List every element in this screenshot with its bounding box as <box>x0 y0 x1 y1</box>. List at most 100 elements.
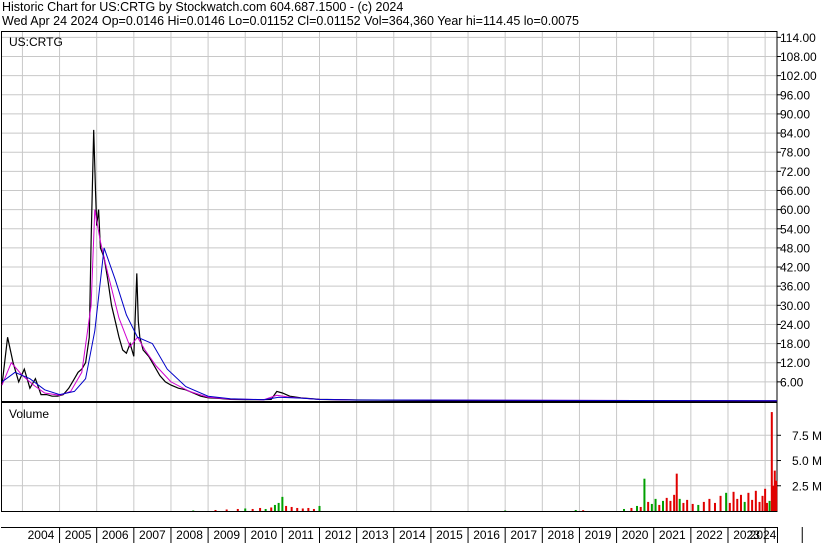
year-label: 2007 <box>139 528 166 542</box>
grid-lines <box>2 31 777 511</box>
axis-labels: 114.00 108.00 102.00 96.00 90.00 84.00 78.00 72… <box>9 31 822 543</box>
volume-bar <box>630 507 633 511</box>
volume-bar <box>270 507 273 511</box>
volume-bars <box>192 412 778 511</box>
price-series-line-0 <box>1 129 778 402</box>
volume-bar <box>504 510 507 511</box>
price-tick-label: 96.00 <box>780 88 810 102</box>
volume-bar <box>702 501 705 511</box>
price-tick-label: 114.00 <box>780 31 816 45</box>
year-label: 2016 <box>473 528 500 542</box>
volume-bar <box>277 502 280 511</box>
volume-bar <box>225 509 228 511</box>
price-tick-label: 102.00 <box>780 69 817 83</box>
volume-bar <box>639 506 642 511</box>
volume-bar <box>643 478 646 511</box>
year-label: 2014 <box>399 528 426 542</box>
year-label: 2009 <box>213 528 240 542</box>
year-label: 2004 <box>28 528 55 542</box>
volume-bar <box>318 505 321 511</box>
year-label: 2018 <box>548 528 575 542</box>
volume-bar <box>582 510 585 511</box>
price-tick-label: 12.00 <box>780 356 810 370</box>
volume-bar <box>732 491 735 511</box>
volume-bar <box>236 508 239 511</box>
volume-bar <box>673 494 676 511</box>
volume-bar <box>697 504 700 511</box>
volume-bar <box>251 508 254 511</box>
volume-bar <box>296 507 299 511</box>
year-label: 2010 <box>250 528 277 542</box>
volume-bar <box>678 498 681 511</box>
volume-bar <box>661 500 664 511</box>
price-tick-label: 78.00 <box>780 146 810 160</box>
volume-bar <box>192 510 195 511</box>
volume-bar <box>669 500 672 511</box>
volume-bar <box>686 499 689 511</box>
year-label: 2021 <box>659 528 686 542</box>
price-tick-label: 108.00 <box>780 50 817 64</box>
volume-bar <box>764 488 767 511</box>
volume-bar <box>650 503 653 511</box>
year-label: 2019 <box>585 528 612 542</box>
year-label: 2017 <box>510 528 537 542</box>
price-panel-title: US:CRTG <box>9 35 63 49</box>
price-tick-label: 18.00 <box>780 337 810 351</box>
volume-bar <box>775 480 778 511</box>
volume-bar <box>747 492 750 511</box>
volume-bar <box>244 508 247 511</box>
year-label: 2008 <box>176 528 203 542</box>
historic-chart: 114.00 108.00 102.00 96.00 90.00 84.00 78.00 72… <box>1 31 822 543</box>
volume-bar <box>725 492 728 511</box>
volume-panel-title: Volume <box>9 407 49 421</box>
volume-bar <box>259 507 262 511</box>
volume-bar <box>654 498 657 511</box>
volume-bar <box>691 503 694 511</box>
year-label: 2005 <box>65 528 92 542</box>
price-tick-label: 66.00 <box>780 184 810 198</box>
volume-bar <box>754 490 757 511</box>
volume-bar <box>728 502 731 511</box>
volume-bar <box>281 496 284 511</box>
volume-bar <box>713 502 716 511</box>
year-label: 2020 <box>622 528 649 542</box>
price-tick-label: 36.00 <box>780 280 810 294</box>
year-label: 2013 <box>362 528 389 542</box>
volume-bar <box>675 473 678 511</box>
volume-bar <box>751 499 754 511</box>
year-label: 2024 <box>750 528 777 542</box>
price-tick-label: 90.00 <box>780 107 810 121</box>
volume-bar <box>708 498 711 511</box>
volume-bar <box>285 505 288 511</box>
volume-bar <box>739 494 742 511</box>
volume-bar <box>574 509 577 511</box>
price-tick-label: 42.00 <box>780 261 810 275</box>
volume-bar <box>719 495 722 511</box>
volume-bar <box>647 501 650 511</box>
volume-bar <box>658 504 661 511</box>
volume-tick-label: 7.5 M <box>792 429 822 443</box>
volume-bar <box>290 506 293 511</box>
price-tick-label: 72.00 <box>780 165 810 179</box>
volume-bar <box>636 505 639 511</box>
price-panel-frame <box>1 31 778 402</box>
volume-bar <box>765 502 768 511</box>
price-tick-label: 24.00 <box>780 318 810 332</box>
volume-bar <box>623 508 626 511</box>
volume-bar <box>264 508 267 511</box>
year-label: 2006 <box>102 528 129 542</box>
price-tick-label: 54.00 <box>780 222 810 236</box>
price-tick-label: 48.00 <box>780 241 810 255</box>
volume-bar <box>214 509 217 511</box>
volume-tick-label: 2.5 M <box>792 479 822 493</box>
volume-bar <box>312 508 315 511</box>
volume-bar <box>665 497 668 511</box>
year-label: 2011 <box>288 528 314 542</box>
volume-bar <box>736 498 739 511</box>
price-tick-label: 30.00 <box>780 299 810 313</box>
price-tick-label: 6.00 <box>780 375 804 389</box>
volume-bar <box>768 500 771 511</box>
volume-bar <box>758 501 761 511</box>
price-tick-label: 84.00 <box>780 127 810 141</box>
year-label: 2015 <box>436 528 463 542</box>
